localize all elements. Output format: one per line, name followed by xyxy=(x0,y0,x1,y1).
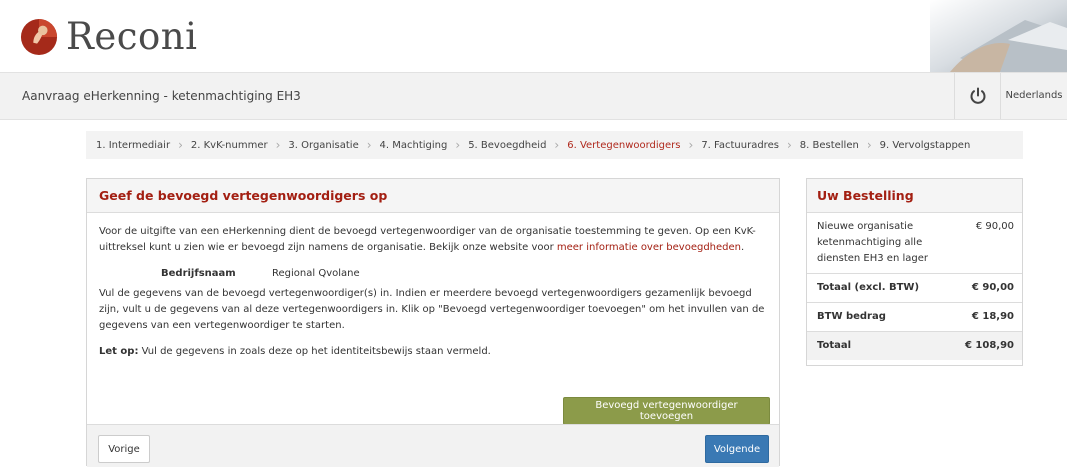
order-subtotal-row: Totaal (excl. BTW) € 90,00 xyxy=(807,274,1022,303)
logout-button[interactable] xyxy=(954,73,1000,119)
bevoegdheden-info-link[interactable]: meer informatie over bevoegdheden xyxy=(557,242,741,253)
panel-footer: Vorige Volgende xyxy=(87,424,779,467)
company-row: Bedrijfsnaam Regional Qvolane xyxy=(161,266,767,282)
company-value: Regional Qvolane xyxy=(272,268,360,279)
note-label: Let op: xyxy=(99,346,139,357)
order-subtotal-label: Totaal (excl. BTW) xyxy=(817,282,920,293)
representatives-panel: Geef de bevoegd vertegenwoordigers op Vo… xyxy=(86,178,780,467)
chevron-right-icon: › xyxy=(366,138,372,152)
step-intermediair[interactable]: 1. Intermediair xyxy=(96,140,170,151)
panel-body: Voor de uitgifte van een eHerkenning die… xyxy=(87,213,779,425)
order-item-label: Nieuwe organisatie ketenmachtiging alle … xyxy=(817,221,928,264)
add-representative-button[interactable]: Bevoegd vertegenwoordiger toevoegen xyxy=(563,397,770,425)
chevron-right-icon: › xyxy=(275,138,281,152)
header-photo xyxy=(930,0,1067,72)
order-subtotal-value: € 90,00 xyxy=(971,282,1014,293)
company-label: Bedrijfsnaam xyxy=(161,268,236,279)
order-item-price: € 90,00 xyxy=(975,221,1014,232)
step-vervolgstappen[interactable]: 9. Vervolgstappen xyxy=(880,140,971,151)
reconi-logo[interactable]: Reconi xyxy=(20,14,197,60)
previous-button[interactable]: Vorige xyxy=(98,435,150,463)
note-text: Vul de gegevens in zoals deze op het ide… xyxy=(138,346,491,357)
order-total-value: € 108,90 xyxy=(964,340,1014,351)
chevron-right-icon: › xyxy=(554,138,560,152)
chevron-right-icon: › xyxy=(178,138,183,152)
step-kvk-nummer[interactable]: 2. KvK-nummer xyxy=(191,140,268,151)
order-total-label: Totaal xyxy=(817,340,852,351)
chevron-right-icon: › xyxy=(455,138,461,152)
intro-paragraph: Voor de uitgifte van een eHerkenning die… xyxy=(99,224,767,256)
logo-mark-icon xyxy=(20,18,58,56)
step-factuuradres[interactable]: 7. Factuuradres xyxy=(701,140,779,151)
order-summary: Uw Bestelling Nieuwe organisatie ketenma… xyxy=(806,178,1023,366)
order-total-row: Totaal € 108,90 xyxy=(807,332,1022,360)
step-organisatie[interactable]: 3. Organisatie xyxy=(288,140,358,151)
order-vat-row: BTW bedrag € 18,90 xyxy=(807,303,1022,332)
order-vat-value: € 18,90 xyxy=(971,311,1014,322)
step-bestellen[interactable]: 8. Bestellen xyxy=(800,140,859,151)
instructions-paragraph: Vul de gegevens van de bevoegd vertegenw… xyxy=(99,288,765,331)
site-header: Reconi xyxy=(0,0,1067,72)
note-paragraph: Let op: Vul de gegevens in zoals deze op… xyxy=(99,344,767,360)
order-item-row: Nieuwe organisatie ketenmachtiging alle … xyxy=(807,213,1022,274)
order-heading: Uw Bestelling xyxy=(807,179,1022,213)
order-vat-label: BTW bedrag xyxy=(817,311,886,322)
page-title: Aanvraag eHerkenning - ketenmachtiging E… xyxy=(22,89,301,103)
brand-name: Reconi xyxy=(66,15,198,58)
chevron-right-icon: › xyxy=(786,138,792,152)
panel-heading: Geef de bevoegd vertegenwoordigers op xyxy=(87,179,779,213)
step-machtiging[interactable]: 4. Machtiging xyxy=(380,140,448,151)
step-bevoegdheid[interactable]: 5. Bevoegdheid xyxy=(468,140,546,151)
chevron-right-icon: › xyxy=(866,138,872,152)
progress-steps: 1. Intermediair › 2. KvK-nummer › 3. Org… xyxy=(86,131,1023,159)
chevron-right-icon: › xyxy=(688,138,694,152)
power-icon xyxy=(970,87,985,104)
next-button[interactable]: Volgende xyxy=(705,435,769,463)
intro-end: . xyxy=(741,242,745,253)
step-vertegenwoordigers[interactable]: 6. Vertegenwoordigers xyxy=(567,140,680,151)
page-titlebar: Aanvraag eHerkenning - ketenmachtiging E… xyxy=(0,72,1067,120)
language-selector[interactable]: Nederlands xyxy=(1000,73,1067,119)
